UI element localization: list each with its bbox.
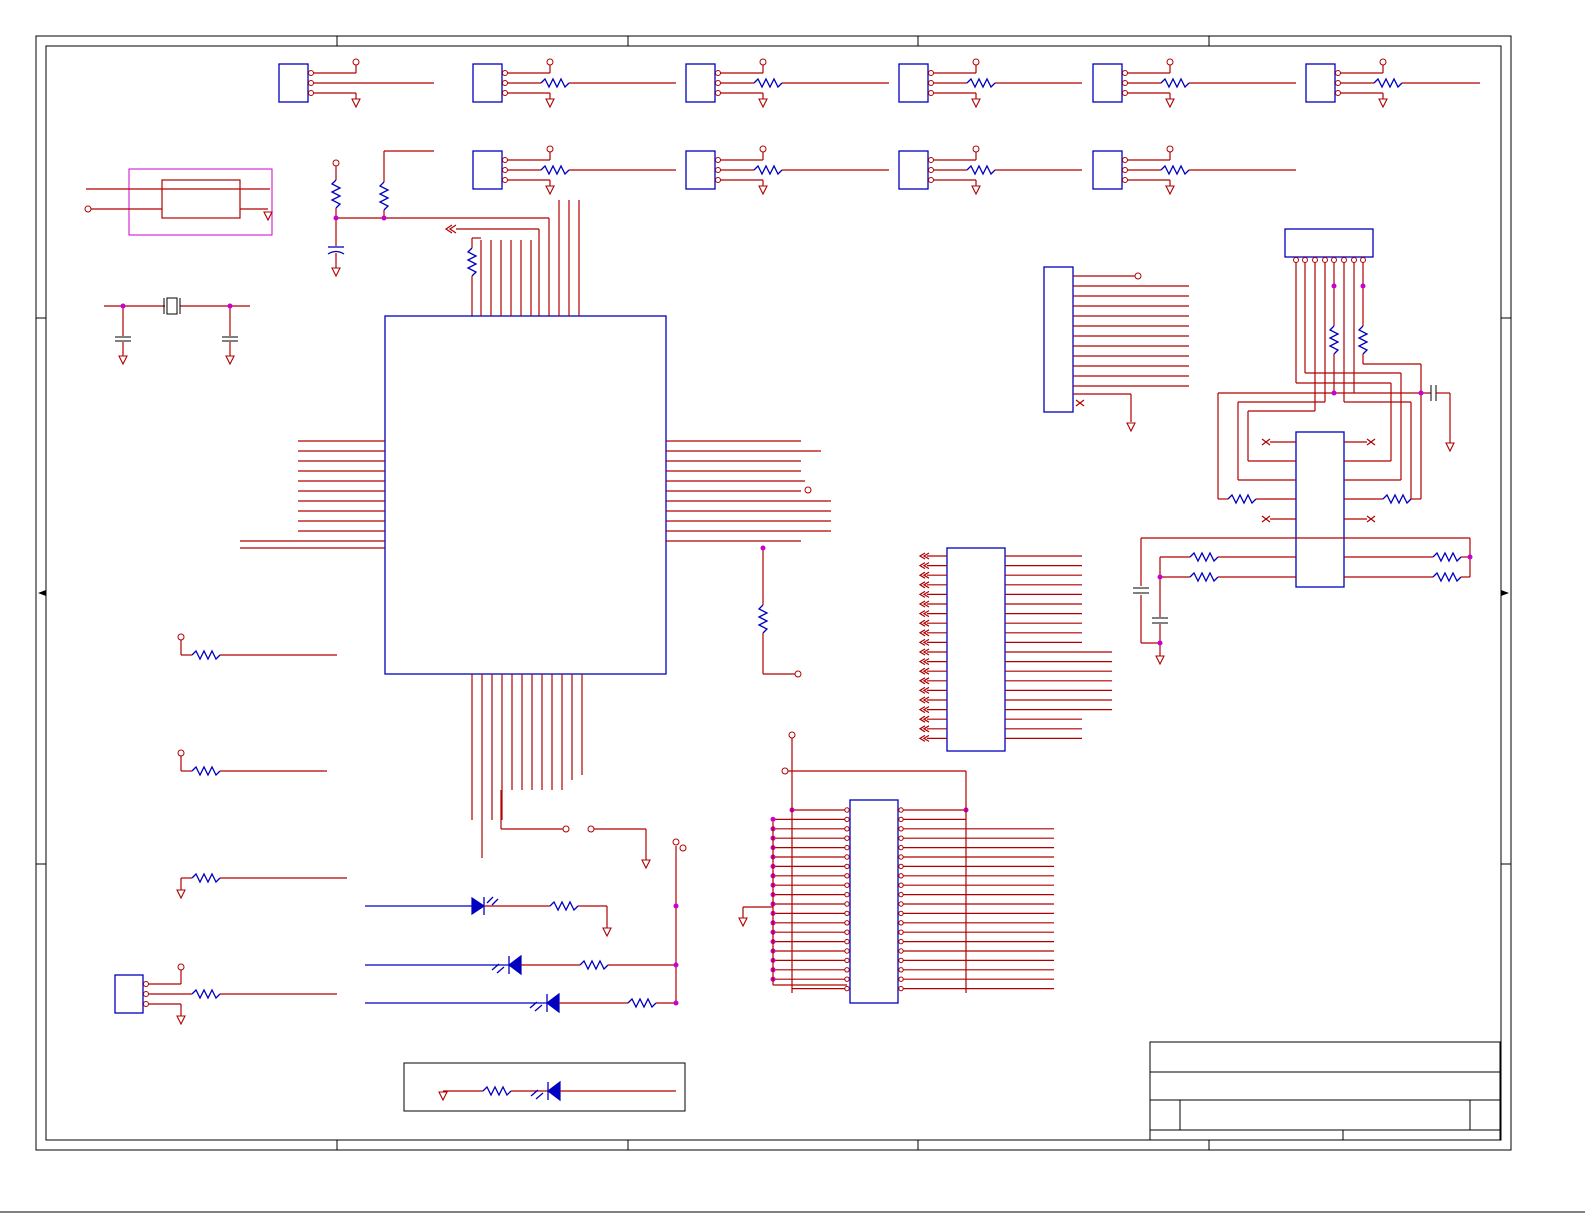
ground-icon bbox=[176, 889, 186, 899]
resistor-icon bbox=[1227, 494, 1257, 504]
connector-row-1 bbox=[278, 58, 1480, 108]
ground-icon bbox=[351, 98, 361, 108]
ground-icon bbox=[1445, 442, 1455, 452]
resistor-icon bbox=[1189, 552, 1219, 562]
resistor-icon bbox=[1329, 325, 1339, 355]
resistor-icon bbox=[1382, 494, 1412, 504]
ground-icon bbox=[1155, 655, 1165, 665]
resistor-icon bbox=[1432, 552, 1462, 562]
sheet-frame bbox=[0, 35, 1585, 1213]
driver-ic bbox=[918, 547, 1112, 752]
crystal-circuit bbox=[104, 297, 250, 365]
reset-network bbox=[327, 150, 550, 316]
resistor-icon bbox=[191, 650, 221, 660]
resistor-icon bbox=[540, 165, 570, 175]
connector-icon bbox=[685, 58, 889, 108]
connector-icon bbox=[472, 145, 676, 195]
ground-icon bbox=[1165, 185, 1175, 195]
connector-row-2 bbox=[472, 145, 1296, 195]
ground-icon bbox=[971, 98, 981, 108]
ground-icon bbox=[1165, 98, 1175, 108]
ground-icon bbox=[971, 185, 981, 195]
ground-icon bbox=[545, 185, 555, 195]
resistor-icon bbox=[1373, 78, 1403, 88]
connector-icon bbox=[1092, 58, 1296, 108]
resistor-icon bbox=[191, 766, 221, 776]
connector-icon bbox=[1305, 58, 1480, 108]
buffer-ic bbox=[738, 731, 1054, 1004]
resistor-icon bbox=[753, 78, 783, 88]
resistor-icon bbox=[966, 165, 996, 175]
connector-icon bbox=[472, 58, 676, 108]
module-block bbox=[84, 168, 273, 236]
power-led-block bbox=[403, 1062, 686, 1112]
resistor-icon bbox=[753, 165, 783, 175]
resistor-icon bbox=[1189, 572, 1219, 582]
mcu-right-network bbox=[758, 486, 812, 678]
serial-section bbox=[1133, 228, 1473, 665]
mcu-bottom-network bbox=[501, 825, 651, 869]
resistor-icon bbox=[1432, 572, 1462, 582]
ground-icon bbox=[1378, 98, 1388, 108]
connector-icon bbox=[685, 145, 889, 195]
header-connector bbox=[1043, 266, 1189, 432]
connector-icon bbox=[278, 58, 434, 108]
led-indicators bbox=[365, 838, 687, 1014]
ground-icon bbox=[545, 98, 555, 108]
resistor-icon bbox=[966, 78, 996, 88]
connector-icon bbox=[898, 58, 1082, 108]
input-networks bbox=[176, 633, 347, 899]
connector-icon bbox=[1092, 145, 1296, 195]
title-block bbox=[1149, 1041, 1501, 1141]
resistor-icon bbox=[1160, 165, 1190, 175]
resistor-icon bbox=[540, 78, 570, 88]
ground-icon bbox=[758, 98, 768, 108]
mcu-ic bbox=[240, 200, 831, 858]
resistor-icon bbox=[1358, 325, 1368, 355]
resistor-icon bbox=[1160, 78, 1190, 88]
ground-icon bbox=[758, 185, 768, 195]
connector-icon bbox=[898, 145, 1082, 195]
schematic-canvas bbox=[0, 35, 1585, 1213]
connector-bottom-left bbox=[114, 963, 337, 1025]
crystal-icon bbox=[166, 297, 178, 315]
resistor-icon bbox=[191, 873, 221, 883]
